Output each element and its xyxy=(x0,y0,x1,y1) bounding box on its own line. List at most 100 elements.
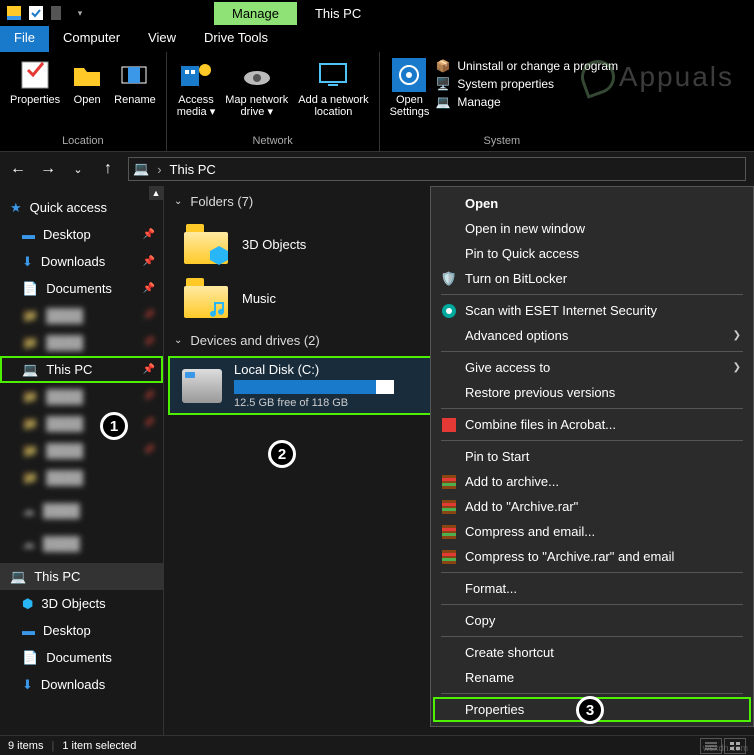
back-button[interactable]: ← xyxy=(8,159,28,179)
address-box[interactable]: 💻 › This PC xyxy=(128,157,746,181)
tab-view[interactable]: View xyxy=(134,26,190,52)
ctx-open[interactable]: Open xyxy=(433,191,751,216)
documents-icon: 📄 xyxy=(22,650,38,666)
ctx-restore-versions[interactable]: Restore previous versions xyxy=(433,380,751,405)
computer-small-icon: 💻 xyxy=(435,94,451,110)
box-icon: 📦 xyxy=(435,58,451,74)
drive-icon xyxy=(240,58,274,92)
window-title: This PC xyxy=(297,2,379,25)
cube-icon: ⬢ xyxy=(22,596,33,612)
system-properties-button[interactable]: 🖥️System properties xyxy=(435,76,618,92)
status-item-count: 9 items xyxy=(8,740,43,752)
access-media-button[interactable]: Access media ▾ xyxy=(173,56,220,120)
checkbox-icon[interactable] xyxy=(28,5,44,21)
desktop-icon: ▬ xyxy=(22,623,35,638)
ctx-add-archive[interactable]: Add to archive... xyxy=(433,469,751,494)
main-area: ▲ ★Quick access ▬Desktop📌 ⬇Downloads📌 📄D… xyxy=(0,186,754,735)
settings-icon xyxy=(392,58,426,92)
ctx-copy[interactable]: Copy xyxy=(433,608,751,633)
ctx-format[interactable]: Format... xyxy=(433,576,751,601)
separator xyxy=(441,693,743,694)
open-settings-button[interactable]: Open Settings xyxy=(386,56,434,120)
separator xyxy=(441,604,743,605)
sidebar-desktop[interactable]: ▬Desktop📌 xyxy=(0,221,163,248)
sidebar-quick-access[interactable]: ★Quick access xyxy=(0,194,163,221)
sidebar-item-hidden[interactable]: 📁████ xyxy=(0,464,163,491)
sidebar-downloads-2[interactable]: ⬇Downloads xyxy=(0,671,163,698)
downloads-icon: ⬇ xyxy=(22,677,33,693)
open-folder-icon xyxy=(70,58,104,92)
ctx-rename[interactable]: Rename xyxy=(433,665,751,690)
chevron-down-icon: ⌄ xyxy=(174,196,182,207)
sidebar-downloads[interactable]: ⬇Downloads📌 xyxy=(0,248,163,275)
breadcrumb-location[interactable]: This PC xyxy=(170,162,216,177)
rename-button[interactable]: Rename xyxy=(110,56,160,108)
sidebar-documents-2[interactable]: 📄Documents xyxy=(0,644,163,671)
winrar-icon xyxy=(441,524,457,540)
drive-icon xyxy=(182,369,222,403)
status-selection: 1 item selected xyxy=(62,740,136,752)
tab-file[interactable]: File xyxy=(0,26,49,52)
ribbon-group-location: Properties Open Rename Location xyxy=(0,52,167,151)
ribbon: Properties Open Rename Location Access m… xyxy=(0,52,754,152)
sidebar-item-hidden[interactable]: 📁████📌 xyxy=(0,437,163,464)
tab-drive-tools[interactable]: Drive Tools xyxy=(190,26,282,52)
ctx-create-shortcut[interactable]: Create shortcut xyxy=(433,640,751,665)
tab-computer[interactable]: Computer xyxy=(49,26,134,52)
sidebar-item-hidden[interactable]: 📁████📌 xyxy=(0,329,163,356)
sidebar-item-hidden[interactable]: ☁████ xyxy=(0,530,163,557)
sidebar-3d-objects[interactable]: ⬢3D Objects xyxy=(0,590,163,617)
annotation-3: 3 xyxy=(576,696,604,724)
qat-overflow-icon[interactable]: ▾ xyxy=(72,5,88,21)
uninstall-program-button[interactable]: 📦Uninstall or change a program xyxy=(435,58,618,74)
ctx-pin-quick-access[interactable]: Pin to Quick access xyxy=(433,241,751,266)
scroll-up-button[interactable]: ▲ xyxy=(149,186,163,200)
downloads-icon: ⬇ xyxy=(22,254,33,270)
ctx-eset-scan[interactable]: Scan with ESET Internet Security xyxy=(433,298,751,323)
forward-button[interactable]: → xyxy=(38,159,58,179)
sidebar-this-pc-root[interactable]: 💻This PC xyxy=(0,563,163,590)
ctx-compress-rar-email[interactable]: Compress to "Archive.rar" and email xyxy=(433,544,751,569)
sidebar-documents[interactable]: 📄Documents📌 xyxy=(0,275,163,302)
sidebar-item-hidden[interactable]: 📁████📌 xyxy=(0,410,163,437)
map-drive-button[interactable]: Map network drive ▾ xyxy=(221,56,292,120)
properties-button[interactable]: Properties xyxy=(6,56,64,108)
contextual-tab-manage[interactable]: Manage xyxy=(214,2,297,25)
submenu-arrow-icon: ❯ xyxy=(733,362,741,373)
pin-icon: 📌 xyxy=(143,283,155,294)
manage-button[interactable]: 💻Manage xyxy=(435,94,618,110)
ctx-advanced-options[interactable]: Advanced options❯ xyxy=(433,323,751,348)
annotation-2: 2 xyxy=(268,440,296,468)
ctx-bitlocker[interactable]: 🛡️Turn on BitLocker xyxy=(433,266,751,291)
acrobat-icon xyxy=(441,417,457,433)
ribbon-tabs: File Computer View Drive Tools xyxy=(0,26,754,52)
ctx-give-access[interactable]: Give access to❯ xyxy=(433,355,751,380)
chevron-down-icon: ⌄ xyxy=(174,335,182,346)
add-location-button[interactable]: Add a network location xyxy=(294,56,372,120)
ctx-acrobat-combine[interactable]: Combine files in Acrobat... xyxy=(433,412,751,437)
pin-icon: 📌 xyxy=(143,229,155,240)
group-label-system: System xyxy=(386,135,619,149)
submenu-arrow-icon: ❯ xyxy=(733,330,741,341)
separator xyxy=(441,294,743,295)
ctx-add-rar[interactable]: Add to "Archive.rar" xyxy=(433,494,751,519)
pin-icon: 📌 xyxy=(143,256,155,267)
ctx-pin-start[interactable]: Pin to Start xyxy=(433,444,751,469)
up-button[interactable]: ↑ xyxy=(98,159,118,179)
sidebar-this-pc[interactable]: 💻This PC📌 xyxy=(0,356,163,383)
quick-access-toolbar: ▾ xyxy=(0,5,94,21)
open-button[interactable]: Open xyxy=(66,56,108,108)
sidebar-item-hidden[interactable]: 📁████📌 xyxy=(0,302,163,329)
dropdown-icon[interactable] xyxy=(50,5,66,21)
drive-usage-bar xyxy=(234,380,394,394)
sidebar-item-hidden[interactable]: ☁████ xyxy=(0,497,163,524)
annotation-1: 1 xyxy=(100,412,128,440)
sidebar-item-hidden[interactable]: 📁████📌 xyxy=(0,383,163,410)
ctx-compress-email[interactable]: Compress and email... xyxy=(433,519,751,544)
sidebar-desktop-2[interactable]: ▬Desktop xyxy=(0,617,163,644)
recent-locations-button[interactable]: ⌄ xyxy=(68,159,88,179)
context-menu: Open Open in new window Pin to Quick acc… xyxy=(430,186,754,727)
app-icon xyxy=(6,5,22,21)
folder-icon xyxy=(184,224,228,264)
ctx-open-new-window[interactable]: Open in new window xyxy=(433,216,751,241)
